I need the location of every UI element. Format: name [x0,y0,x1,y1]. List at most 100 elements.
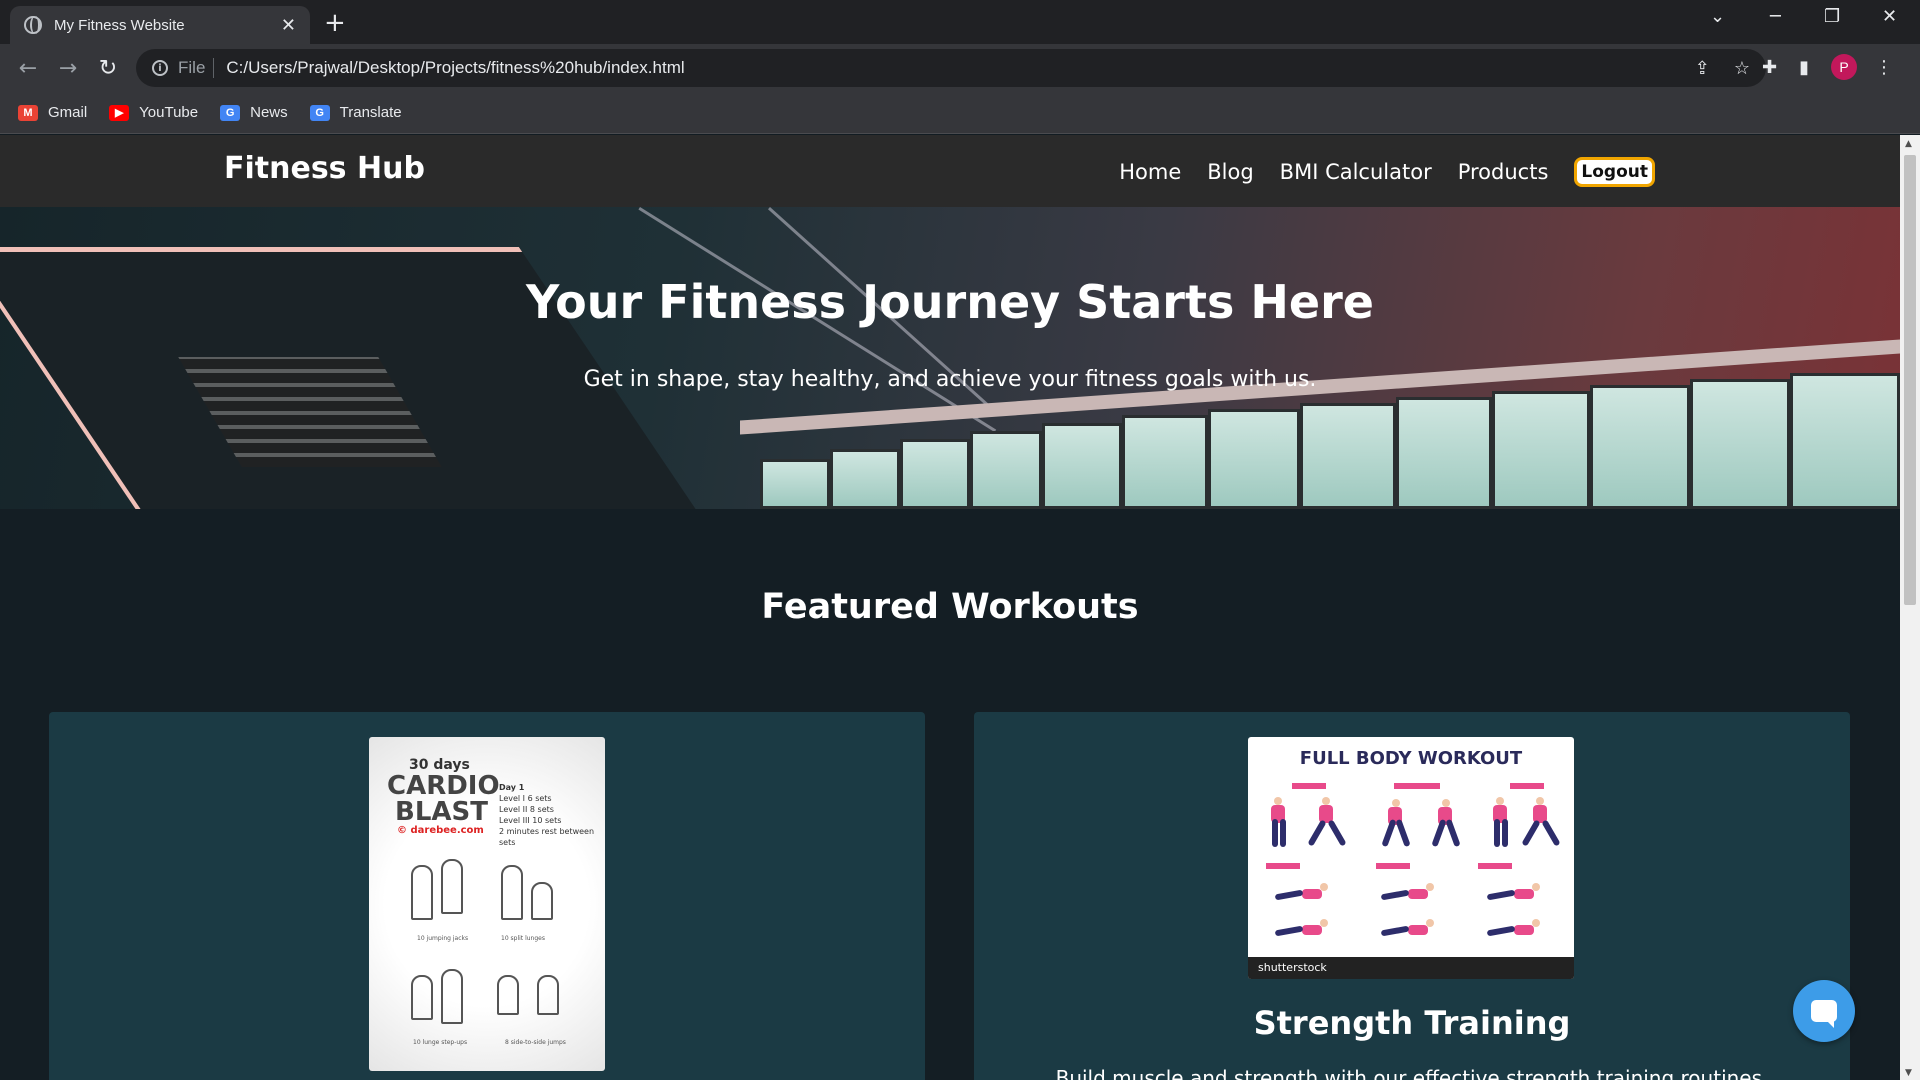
close-window-icon[interactable]: ✕ [1882,6,1897,27]
forward-arrow-icon[interactable]: → [48,56,88,81]
site-header: Fitness Hub Home Blog BMI Calculator Pro… [0,135,1900,207]
address-bar[interactable]: i File C:/Users/Prajwal/Desktop/Projects… [136,49,1766,87]
hero-banner: Your Fitness Journey Starts Here Get in … [0,207,1900,509]
exercise-figure [1272,877,1332,917]
exercise-caption: 10 jumping jacks [417,935,469,942]
exercise-figure [411,865,433,920]
globe-icon [24,16,42,34]
poster-side-line: Level I 6 sets [499,794,552,803]
bookmark-label: News [250,104,288,121]
scroll-up-arrow-icon[interactable]: ▲ [1905,139,1912,149]
full-body-workout-poster: FULL BODY WORKOUT shutterstock [1248,737,1574,979]
exercise-figure [1428,797,1474,848]
hero-window-pane [1122,415,1208,509]
url-text[interactable]: C:/Users/Prajwal/Desktop/Projects/fitnes… [226,58,1670,78]
exercise-caption: 10 split lunges [501,935,545,942]
menu-kebab-icon[interactable]: ⋮ [1875,57,1893,78]
poster-exercise-label [1266,863,1300,869]
card-description: Build muscle and strength with our effec… [1055,1066,1769,1080]
poster-side-line: 2 minutes rest between sets [499,827,595,847]
workout-card-strength[interactable]: FULL BODY WORKOUT shutterstock Strength … [974,712,1850,1080]
bookmark-news[interactable]: G News [220,104,288,121]
profile-avatar[interactable]: P [1831,54,1857,80]
site-nav: Home Blog BMI Calculator Products Logout [1093,157,1655,187]
logout-button[interactable]: Logout [1574,157,1655,187]
poster-exercise-label [1376,863,1410,869]
nav-products[interactable]: Products [1458,160,1549,184]
cardio-blast-poster: 30 days CARDIO BLAST © darebee.com Day 1… [369,737,605,1071]
restore-icon[interactable]: ❐ [1824,6,1840,27]
exercise-figure [441,859,463,914]
exercise-figure [497,975,519,1015]
exercise-caption: 10 lunge step-ups [413,1039,468,1046]
exercise-figure [1484,877,1544,917]
translate-icon: G [309,104,330,121]
exercise-figure [531,882,553,920]
exercise-figure [1484,913,1544,953]
url-scheme: File [178,58,215,78]
browser-toolbar: ← → ↻ i File C:/Users/Prajwal/Desktop/Pr… [0,44,1920,92]
exercise-figure [411,975,433,1020]
workout-card-cardio[interactable]: 30 days CARDIO BLAST © darebee.com Day 1… [49,712,925,1080]
chat-bubble-icon [1811,1000,1837,1028]
new-tab-button[interactable]: + [324,8,346,38]
poster-title: FULL BODY WORKOUT [1299,748,1523,769]
side-panel-icon[interactable]: ▮ [1799,57,1809,78]
bookmark-label: Gmail [48,104,88,121]
chat-button[interactable] [1793,980,1855,1042]
hero-title: Your Fitness Journey Starts Here [526,275,1374,329]
scroll-down-arrow-icon[interactable]: ▼ [1905,1068,1912,1078]
bookmarks-bar: M Gmail ▶ YouTube G News G Translate [0,92,1920,134]
browser-title-bar: My Fitness Website ✕ + ⌄ ─ ❐ ✕ [0,0,1920,44]
poster-exercise-label [1478,863,1512,869]
bookmark-label: Translate [339,104,402,121]
exercise-figure [501,865,523,920]
hero-window-pane [1492,391,1590,509]
featured-workouts-heading: Featured Workouts [761,587,1139,627]
site-brand[interactable]: Fitness Hub [224,151,425,186]
poster-exercise-label [1292,783,1326,789]
exercise-caption: 8 side-to-side jumps [505,1039,566,1046]
card-title: Strength Training [1253,1004,1571,1042]
exercise-figure [1378,797,1424,848]
share-icon[interactable]: ⇪ [1695,58,1710,79]
info-icon[interactable]: i [152,60,168,76]
exercise-figure [537,975,559,1015]
exercise-figure [1272,913,1332,953]
hero-subtitle: Get in shape, stay healthy, and achieve … [583,367,1317,392]
tab-search-chevron-icon[interactable]: ⌄ [1710,6,1725,27]
poster-side-text: Day 1 Level I 6 sets Level II 8 sets Lev… [499,782,605,848]
page-scrollbar[interactable]: ▲ ▼ [1900,135,1920,1080]
poster-side-line: Level II 8 sets [499,805,554,814]
nav-blog[interactable]: Blog [1207,160,1253,184]
tab-close-icon[interactable]: ✕ [281,15,296,36]
hero-window-pane [970,431,1042,509]
nav-home[interactable]: Home [1119,160,1181,184]
exercise-figure [1266,797,1312,847]
tab-title: My Fitness Website [54,16,185,34]
minimize-icon[interactable]: ─ [1770,6,1781,27]
poster-exercise-label [1510,783,1544,789]
scrollbar-thumb[interactable] [1904,155,1916,605]
bookmark-translate[interactable]: G Translate [309,104,402,121]
browser-tab[interactable]: My Fitness Website ✕ [10,6,310,44]
page-viewport: Fitness Hub Home Blog BMI Calculator Pro… [0,135,1900,1080]
bookmark-star-icon[interactable]: ☆ [1734,58,1750,79]
bookmark-youtube[interactable]: ▶ YouTube [109,104,198,121]
exercise-figure [1307,797,1356,847]
nav-bmi-calculator[interactable]: BMI Calculator [1280,160,1432,184]
extensions-puzzle-icon[interactable]: ✚ [1762,57,1777,78]
reload-icon[interactable]: ↻ [88,56,128,81]
hero-window-pane [1396,397,1492,509]
exercise-figure [441,969,463,1024]
poster-side-line: Level III 10 sets [499,816,562,825]
exercise-figure [1378,877,1438,917]
poster-footer: shutterstock [1248,957,1574,979]
hero-window-pane [1590,385,1690,509]
bookmark-label: YouTube [139,104,199,121]
hero-window-pane [1042,423,1122,509]
bookmark-gmail[interactable]: M Gmail [18,104,87,121]
hero-window-pane [1300,403,1396,509]
back-arrow-icon[interactable]: ← [8,56,48,81]
exercise-figure [1521,797,1570,847]
